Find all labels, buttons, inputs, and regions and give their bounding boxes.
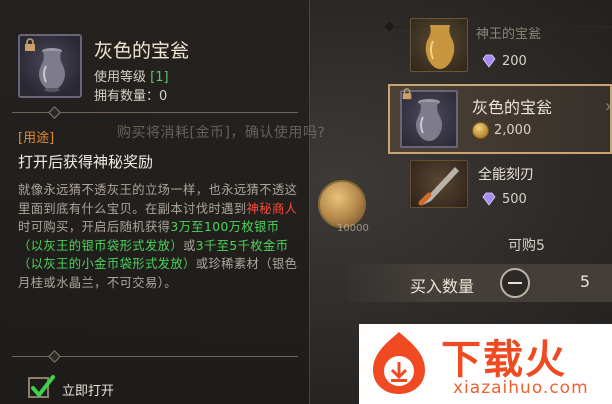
item-slot bbox=[410, 18, 468, 72]
watermark-title: 下载火 bbox=[441, 337, 567, 383]
desc-text: 时可购买，开启后随机获得 bbox=[18, 220, 171, 234]
quantity-value[interactable]: 5 bbox=[580, 272, 590, 291]
confirm-prompt-text: 购买将消耗[金币]，确认使用吗? bbox=[117, 125, 326, 141]
price-value: 2,000 bbox=[494, 123, 532, 138]
item-icon-frame bbox=[18, 34, 82, 98]
item-description: 就像永远猜不透灰王的立场一样，也永远猜不透这里面到底有什么宝贝。在副本讨伐时遇到… bbox=[18, 181, 302, 292]
open-immediately-checkbox[interactable] bbox=[28, 375, 55, 398]
gray-vase-icon bbox=[416, 99, 442, 141]
gold-coin-icon bbox=[318, 180, 366, 228]
flame-logo-icon bbox=[373, 332, 425, 394]
chevron-right-icon: › bbox=[604, 96, 612, 117]
lock-icon bbox=[402, 88, 412, 100]
confirm-coin-amount: 10000 bbox=[337, 223, 369, 234]
diamond-icon bbox=[482, 192, 496, 206]
use-level-value: [1] bbox=[150, 70, 169, 85]
owned-count-label: 拥有数量： bbox=[94, 89, 160, 104]
checkmark-icon bbox=[31, 375, 55, 397]
carving-blade-icon bbox=[418, 167, 459, 206]
item-slot bbox=[410, 160, 468, 208]
use-level-label: 使用等级 bbox=[94, 70, 151, 85]
section-divider bbox=[12, 106, 298, 119]
price-value: 500 bbox=[502, 191, 527, 207]
shop-item-row[interactable]: 神王的宝瓮 200 bbox=[388, 18, 612, 74]
shop-item-name: 灰色的宝瓮 bbox=[472, 98, 553, 117]
use-level-line: 使用等级 [1] bbox=[94, 66, 169, 85]
section-divider bbox=[12, 350, 298, 363]
site-watermark-logo: 下载火 xiazaihuo.com bbox=[359, 324, 612, 404]
shop-item-price: 500 bbox=[480, 190, 527, 208]
desc-npc-highlight: 神秘商人 bbox=[246, 201, 298, 216]
watermark-url: xiazaihuo.com bbox=[453, 378, 589, 398]
owned-count-line: 拥有数量：0 bbox=[94, 85, 167, 104]
usage-headline: 打开后获得神秘奖励 bbox=[18, 153, 154, 171]
owned-count-value: 0 bbox=[159, 89, 168, 104]
shop-item-row-selected[interactable]: 灰色的宝瓮 2,000 › bbox=[388, 84, 612, 154]
open-immediately-label: 立即打开 bbox=[62, 384, 115, 399]
gold-coin-icon bbox=[472, 122, 489, 139]
quantity-selector: 买入数量 5 bbox=[346, 264, 612, 302]
shop-item-name: 全能刻刃 bbox=[478, 167, 534, 183]
shop-item-name: 神王的宝瓮 bbox=[476, 27, 542, 42]
shop-item-row[interactable]: 全能刻刃 500 bbox=[388, 160, 612, 210]
quantity-label: 买入数量 bbox=[410, 277, 475, 296]
gray-vase-icon bbox=[39, 48, 65, 92]
usage-label: [用途] bbox=[18, 131, 55, 146]
item-title: 灰色的宝瓮 bbox=[94, 40, 190, 62]
desc-text: 或 bbox=[183, 238, 196, 253]
shop-item-price: 2,000 bbox=[472, 122, 531, 139]
golden-vase-icon bbox=[425, 25, 455, 69]
purchasable-count: 可购5 bbox=[508, 238, 545, 254]
diamond-icon bbox=[482, 54, 496, 68]
shop-item-price: 200 bbox=[480, 52, 527, 70]
decrease-quantity-button[interactable] bbox=[500, 268, 530, 298]
item-tooltip-panel: 灰色的宝瓮 使用等级 [1] 拥有数量：0 [用途] 打开后获得神秘奖励 就像永… bbox=[0, 0, 310, 404]
price-value: 200 bbox=[502, 53, 527, 69]
